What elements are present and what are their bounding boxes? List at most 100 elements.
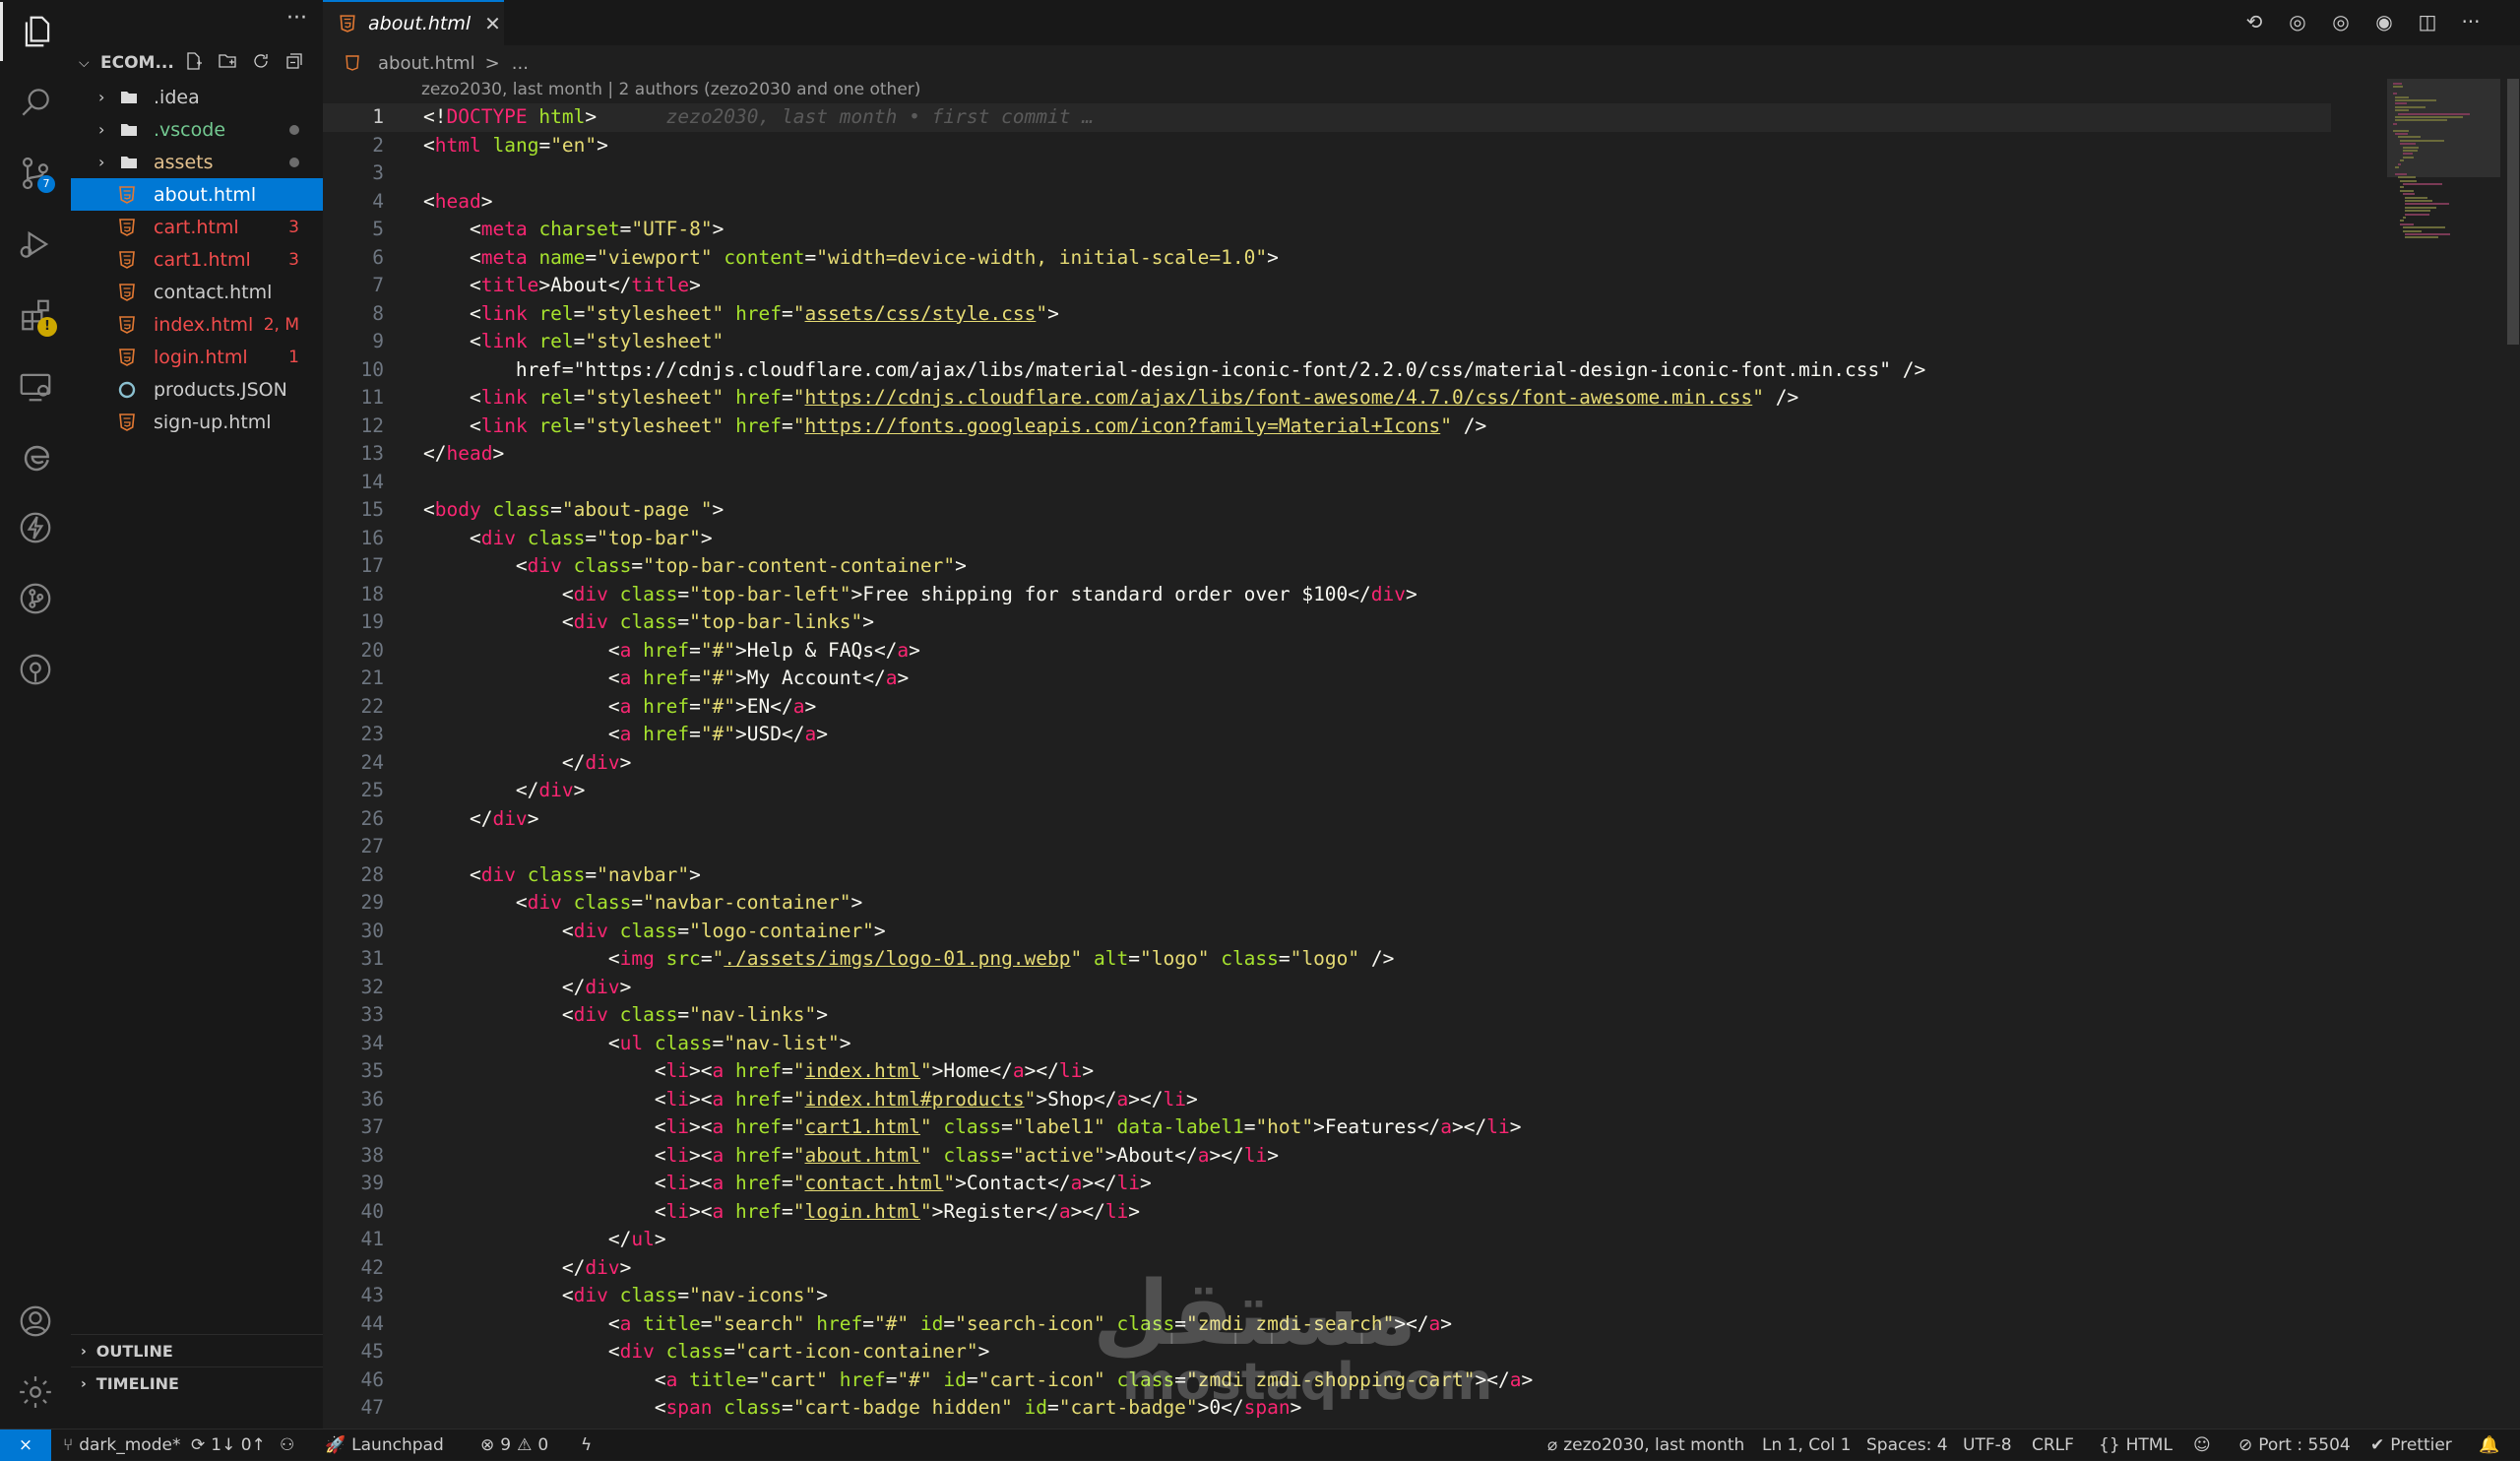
prettier-status[interactable]: ✔ Prettier (2370, 1429, 2452, 1461)
code-line[interactable]: 27 (323, 833, 2331, 861)
code-line[interactable]: 7 <title>About</title> (323, 272, 2331, 300)
project-header[interactable]: ⌵ ECOM... (71, 45, 323, 81)
minimap-slider[interactable] (2387, 79, 2500, 177)
git-graph-icon[interactable] (0, 569, 71, 628)
code-line[interactable]: 33 <div class="nav-links"> (323, 1001, 2331, 1030)
tree-item-products-json[interactable]: products.JSON (71, 373, 323, 406)
more-actions-icon[interactable]: ··· (286, 6, 307, 31)
accounts-icon[interactable] (0, 1292, 71, 1351)
code-line[interactable]: 23 <a href="#">USD</a> (323, 721, 2331, 749)
tree-item-sign-up-html[interactable]: sign-up.html (71, 406, 323, 438)
tree-item-about-html[interactable]: about.html (71, 178, 323, 211)
live-server-port[interactable]: ⊘ Port : 5504 (2238, 1429, 2351, 1461)
code-line[interactable]: 5 <meta charset="UTF-8"> (323, 216, 2331, 244)
explorer-icon[interactable] (0, 2, 71, 61)
cursor-position[interactable]: Ln 1, Col 1 (1762, 1429, 1852, 1461)
notifications[interactable]: 🔔 (2479, 1429, 2499, 1461)
gitlens-inspect-icon[interactable]: ◉ (2370, 8, 2398, 35)
source-control-icon[interactable]: 7 (0, 144, 71, 203)
tree-item-cart-html[interactable]: cart.html 3 (71, 211, 323, 243)
code-line[interactable]: 28 <div class="navbar"> (323, 861, 2331, 890)
code-line[interactable]: 17 <div class="top-bar-content-container… (323, 552, 2331, 581)
code-line[interactable]: 4 <head> (323, 188, 2331, 217)
tree-item-assets[interactable]: › assets (71, 146, 323, 178)
codelens-authors[interactable]: zezo2030, last month | 2 authors (zezo20… (421, 80, 920, 99)
tree-item-login-html[interactable]: login.html 1 (71, 341, 323, 373)
code-line[interactable]: 37 <li><a href="cart1.html" class="label… (323, 1113, 2331, 1142)
code-line[interactable]: 9 <link rel="stylesheet" (323, 328, 2331, 356)
code-line[interactable]: 3 (323, 159, 2331, 188)
scrollbar-thumb[interactable] (2507, 79, 2519, 345)
remote-explorer-icon[interactable] (0, 356, 71, 415)
open-changes-icon[interactable]: ◎ (2284, 8, 2311, 35)
tree-item-cart1-html[interactable]: cart1.html 3 (71, 243, 323, 276)
branch-indicator[interactable]: ⑂ dark_mode* (63, 1429, 180, 1461)
code-line[interactable]: 40 <li><a href="login.html">Register</a>… (323, 1198, 2331, 1227)
tree-item-index-html[interactable]: index.html 2, M (71, 308, 323, 341)
vertical-scrollbar[interactable] (2504, 79, 2520, 1429)
code-line[interactable]: 22 <a href="#">EN</a> (323, 693, 2331, 722)
run-debug-icon[interactable] (0, 215, 71, 274)
code-line[interactable]: 32 </div> (323, 974, 2331, 1002)
code-line[interactable]: 11 <link rel="stylesheet" href="https://… (323, 384, 2331, 413)
code-line[interactable]: 24 </div> (323, 749, 2331, 778)
tab-about-html[interactable]: about.html ✕ (323, 0, 504, 45)
go-forward-icon[interactable]: ◎ (2327, 8, 2355, 35)
code-line[interactable]: 10 href="https://cdnjs.cloudflare.com/aj… (323, 356, 2331, 385)
split-editor-icon[interactable]: ◫ (2414, 8, 2441, 35)
settings-gear-icon[interactable] (0, 1363, 71, 1422)
code-line[interactable]: 35 <li><a href="index.html">Home</a></li… (323, 1057, 2331, 1086)
tree-item-vscode[interactable]: › .vscode (71, 113, 323, 146)
copilot-status[interactable]: ☺ (2193, 1429, 2211, 1461)
minimap[interactable] (2387, 79, 2500, 492)
launchpad-item[interactable]: 🚀 Launchpad (325, 1429, 444, 1461)
code-line[interactable]: 39 <li><a href="contact.html">Contact</a… (323, 1170, 2331, 1198)
code-editor[interactable]: 1 <!DOCTYPE html> zezo2030, last month • … (323, 103, 2331, 1423)
go-back-icon[interactable]: ⟲ (2240, 8, 2268, 35)
timeline-section[interactable]: › TIMELINE (71, 1366, 323, 1400)
code-line[interactable]: 6 <meta name="viewport" content="width=d… (323, 244, 2331, 273)
encoding[interactable]: UTF-8 (1963, 1429, 2012, 1461)
refresh-icon[interactable] (250, 50, 272, 72)
blame-status[interactable]: ⌀ zezo2030, last month (1547, 1429, 1744, 1461)
search-icon[interactable] (0, 73, 71, 132)
code-line[interactable]: 26 </div> (323, 805, 2331, 834)
code-line[interactable]: 31 <img src="./assets/imgs/logo-01.png.w… (323, 945, 2331, 974)
code-line[interactable]: 14 (323, 469, 2331, 497)
gitlens-icon[interactable] (0, 640, 71, 699)
breadcrumb-more[interactable]: ... (512, 53, 529, 74)
remote-indicator[interactable]: ⨯ (0, 1429, 51, 1461)
code-line[interactable]: 8 <link rel="stylesheet" href="assets/cs… (323, 300, 2331, 329)
more-actions-icon[interactable]: ··· (2457, 8, 2485, 35)
code-line[interactable]: 19 <div class="top-bar-links"> (323, 608, 2331, 637)
code-line[interactable]: 21 <a href="#">My Account</a> (323, 665, 2331, 693)
code-line[interactable]: 38 <li><a href="about.html" class="activ… (323, 1142, 2331, 1171)
code-line[interactable]: 20 <a href="#">Help & FAQs</a> (323, 637, 2331, 666)
code-line[interactable]: 12 <link rel="stylesheet" href="https://… (323, 413, 2331, 441)
collapse-all-icon[interactable] (284, 50, 305, 72)
sync-indicator[interactable]: ⟳ 1↓ 0↑ (191, 1429, 266, 1461)
language-mode[interactable]: {} HTML (2099, 1429, 2173, 1461)
code-line[interactable]: 15 <body class="about-page "> (323, 496, 2331, 525)
thunder-client-icon[interactable] (0, 498, 71, 557)
code-line[interactable]: 2 <html lang="en"> (323, 132, 2331, 160)
code-line[interactable]: 18 <div class="top-bar-left">Free shippi… (323, 581, 2331, 609)
edge-devtools-icon[interactable] (0, 427, 71, 486)
breadcrumb-file[interactable]: about.html (378, 53, 475, 74)
code-line[interactable]: 30 <div class="logo-container"> (323, 918, 2331, 946)
code-line[interactable]: 29 <div class="navbar-container"> (323, 889, 2331, 918)
indentation[interactable]: Spaces: 4 (1866, 1429, 1948, 1461)
problems-indicator[interactable]: ⊗ 9 ⚠ 0 (480, 1429, 548, 1461)
tree-item-idea[interactable]: › .idea (71, 81, 323, 113)
thunder-status[interactable]: ϟ (581, 1429, 592, 1461)
new-folder-icon[interactable] (217, 50, 238, 72)
extensions-icon[interactable]: ! (0, 286, 71, 345)
code-line[interactable]: 41 </ul> (323, 1226, 2331, 1254)
tree-item-contact-html[interactable]: contact.html (71, 276, 323, 308)
code-line[interactable]: 13 </head> (323, 440, 2331, 469)
code-line[interactable]: 34 <ul class="nav-list"> (323, 1030, 2331, 1058)
code-line[interactable]: 1 <!DOCTYPE html> zezo2030, last month • … (323, 103, 2331, 132)
copilot-indicator[interactable]: ⚇ (280, 1429, 294, 1461)
close-icon[interactable]: ✕ (484, 12, 501, 35)
outline-section[interactable]: › OUTLINE (71, 1334, 323, 1367)
